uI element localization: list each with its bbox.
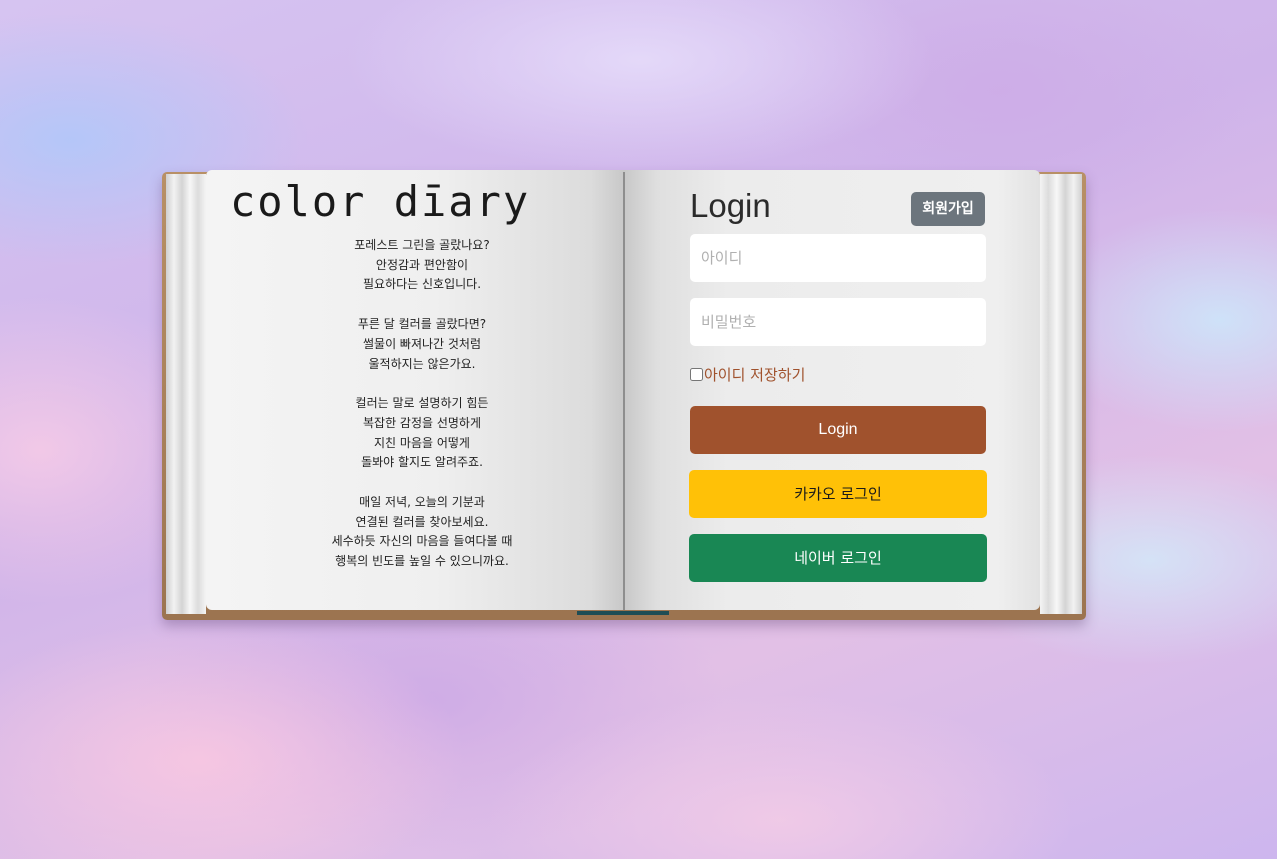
poem-stanza: 컬러는 말로 설명하기 힘든 복잡한 감정을 선명하게 지친 마음을 어떻게 돌… bbox=[262, 394, 582, 473]
poem-stanza: 포레스트 그린을 골랐나요? 안정감과 편안함이 필요하다는 신호입니다. bbox=[262, 236, 582, 295]
poem-line: 안정감과 편안함이 bbox=[375, 257, 469, 272]
remember-id-checkbox[interactable] bbox=[690, 367, 703, 381]
id-input[interactable] bbox=[690, 234, 986, 282]
poem-line: 필요하다는 신호입니다. bbox=[362, 277, 482, 292]
poem-line: 복잡한 감정을 선명하게 bbox=[362, 415, 482, 430]
diary-poem: 포레스트 그린을 골랐나요? 안정감과 편안함이 필요하다는 신호입니다. 푸른… bbox=[262, 236, 582, 592]
naver-login-button[interactable]: 네이버 로그인 bbox=[689, 534, 987, 582]
poem-stanza: 푸른 달 컬러를 골랐다면? 썰물이 빠져나간 것처럼 울적하지는 않은가요. bbox=[262, 315, 582, 374]
poem-line: 지친 마음을 어떻게 bbox=[374, 435, 470, 450]
poem-line: 세수하듯 자신의 마음을 들여다볼 때 bbox=[331, 534, 513, 549]
poem-line: 썰물이 빠져나간 것처럼 bbox=[362, 336, 482, 351]
signup-button[interactable]: 회원가입 bbox=[911, 192, 985, 226]
poem-line: 포레스트 그린을 골랐나요? bbox=[354, 238, 490, 252]
poem-line: 매일 저녁, 오늘의 기분과 bbox=[359, 495, 485, 510]
login-button[interactable]: Login bbox=[690, 406, 986, 454]
remember-id[interactable]: 아이디 저장하기 bbox=[690, 364, 805, 384]
kakao-login-button[interactable]: 카카오 로그인 bbox=[689, 470, 987, 518]
poem-stanza: 매일 저녁, 오늘의 기분과 연결된 컬러를 찾아보세요. 세수하듯 자신의 마… bbox=[262, 493, 582, 572]
remember-id-label: 아이디 저장하기 bbox=[704, 365, 806, 384]
login-title: Login bbox=[690, 187, 771, 224]
diary-title: color dīary bbox=[230, 177, 531, 226]
poem-line: 돌봐야 할지도 알려주죠. bbox=[361, 455, 483, 470]
poem-line: 행복의 빈도를 높일 수 있으니까요. bbox=[335, 554, 509, 569]
poem-line: 푸른 달 컬러를 골랐다면? bbox=[357, 317, 487, 332]
poem-line: 컬러는 말로 설명하기 힘든 bbox=[355, 396, 489, 411]
poem-line: 울적하지는 않은가요. bbox=[368, 356, 476, 371]
password-input[interactable] bbox=[690, 298, 986, 346]
bookmark-ribbon bbox=[577, 611, 669, 615]
page-stack-right bbox=[1040, 174, 1082, 614]
poem-line: 연결된 컬러를 찾아보세요. bbox=[355, 514, 489, 529]
page-stack-left bbox=[166, 174, 206, 614]
book-spine bbox=[623, 172, 625, 610]
